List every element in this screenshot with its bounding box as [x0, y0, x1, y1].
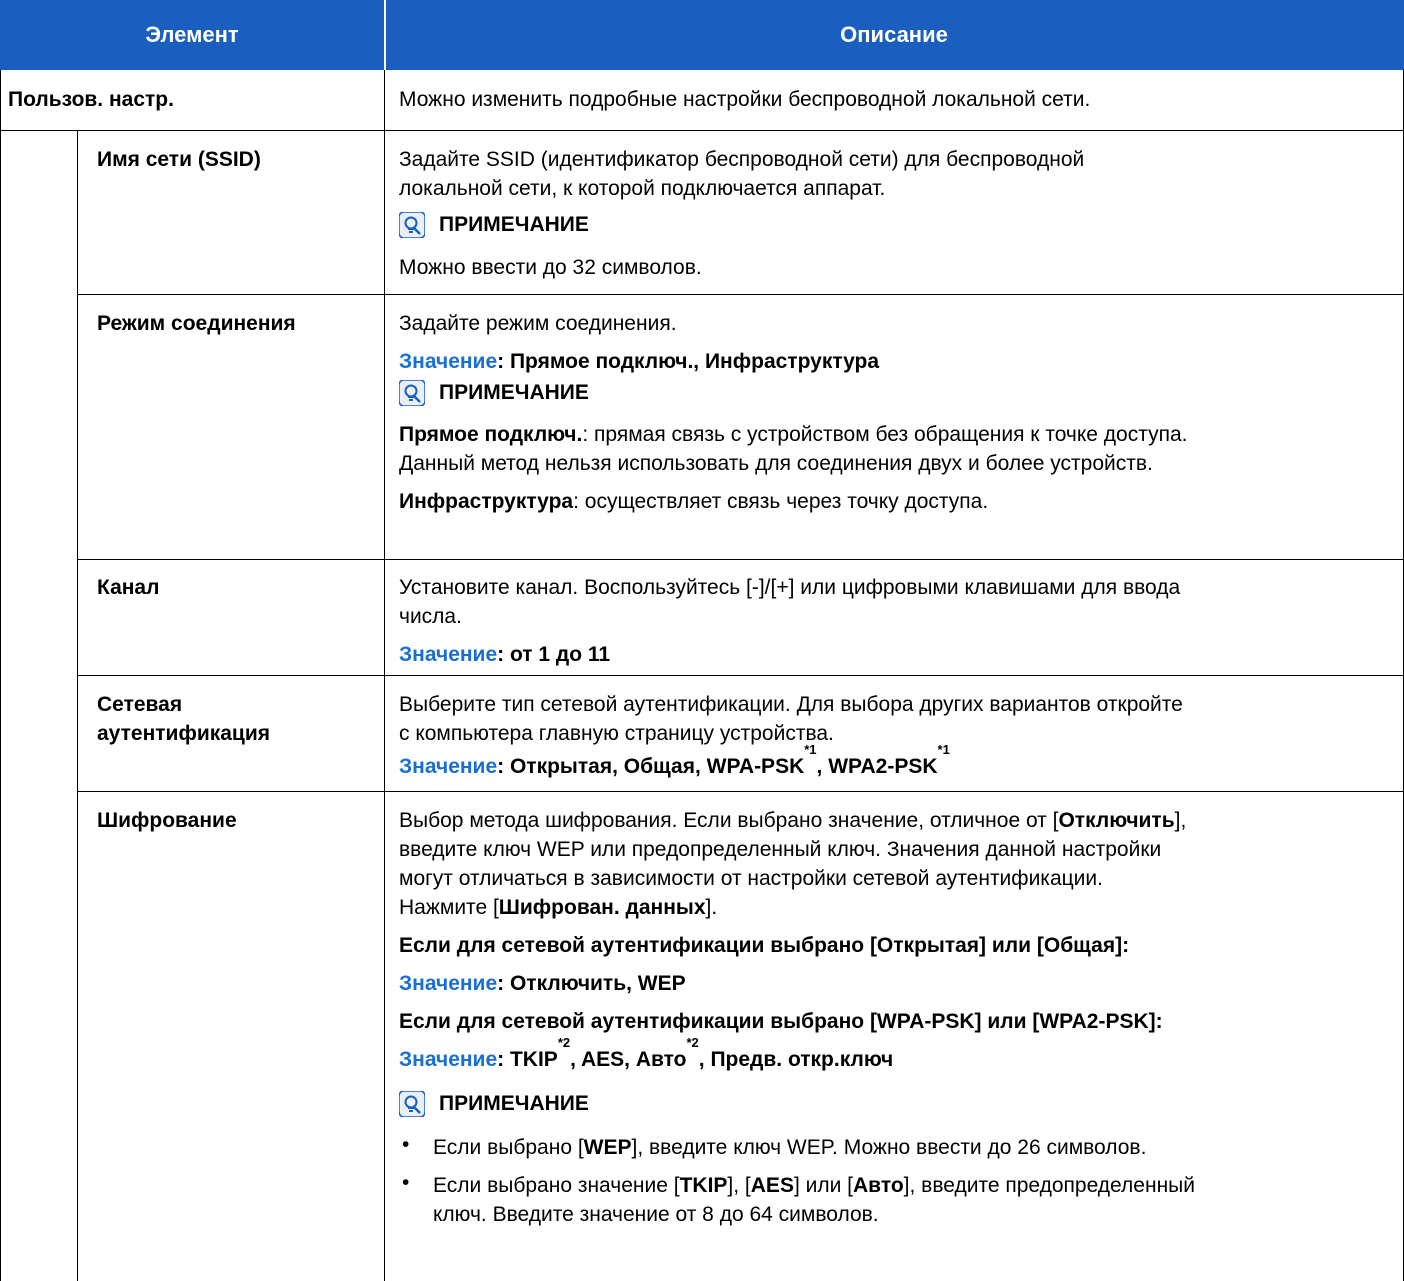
- note-text: Если выбрано [: [433, 1136, 584, 1159]
- value-text: : Отключить, WEP: [497, 972, 686, 995]
- note-text: ], [: [727, 1174, 751, 1197]
- note-lightbulb-icon: [399, 1091, 425, 1117]
- footnote-ref: *1: [937, 742, 950, 757]
- term-tkip: TKIP: [679, 1174, 728, 1197]
- conn-mode-note-line1: Прямое подключ.: прямая связь с устройст…: [399, 420, 1187, 449]
- desc-text: ],: [1174, 809, 1187, 832]
- term-infrastructure: Инфраструктура: [399, 490, 574, 513]
- row-divider: [0, 130, 1404, 131]
- enc-desc-line3: могут отличаться в зависимости от настро…: [399, 867, 1103, 890]
- value-label: Значение: [399, 1048, 498, 1071]
- enc-note-bullet-2-line1: Если выбрано значение [TKIP], [AES] или …: [433, 1171, 1195, 1200]
- row-label-connection-mode: Режим соединения: [97, 312, 296, 335]
- desc-text: ].: [705, 896, 718, 919]
- row-divider: [77, 559, 1404, 560]
- enc-note-bullet-2-line2: ключ. Введите значение от 8 до 64 символ…: [433, 1203, 879, 1226]
- value-label: Значение: [399, 350, 498, 373]
- header-divider: [384, 0, 386, 70]
- value-text: : от 1 до 11: [497, 643, 611, 666]
- ssid-note-text: Можно ввести до 32 символов.: [399, 256, 702, 279]
- header-element: Элемент: [0, 0, 384, 70]
- value-label: Значение: [399, 755, 498, 778]
- desc-text: Нажмите [: [399, 896, 499, 919]
- term-aes: AES: [750, 1174, 794, 1197]
- note-label: ПРИМЕЧАНИЕ: [439, 1092, 589, 1115]
- row-label-net-auth-1: Сетевая: [97, 693, 183, 716]
- term-direct: Прямое подключ.: [399, 423, 583, 446]
- row-label-channel: Канал: [97, 576, 160, 599]
- enc-desc-line4: Нажмите [Шифрован. данных].: [399, 893, 717, 922]
- net-auth-desc-line2: с компьютера главную страницу устройства…: [399, 722, 834, 745]
- ssid-desc-line1: Задайте SSID (идентификатор беспроводной…: [399, 148, 1085, 171]
- note-label: ПРИМЕЧАНИЕ: [439, 213, 589, 236]
- footnote-ref: *2: [686, 1035, 699, 1050]
- footnote-ref: *2: [557, 1035, 571, 1050]
- net-auth-desc-line1: Выберите тип сетевой аутентификации. Для…: [399, 693, 1183, 716]
- row-divider: [77, 791, 1404, 792]
- channel-desc-line1: Установите канал. Воспользуйтесь [-]/[+]…: [399, 576, 1181, 599]
- settings-table: Элемент Описание Пользов. настр. Можно и…: [0, 0, 1404, 1281]
- header-description: Описание: [384, 0, 1404, 70]
- row-label-user-settings: Пользов. настр.: [8, 88, 174, 111]
- term-data-encryption: Шифрован. данных: [498, 896, 706, 919]
- row-label-encryption: Шифрование: [97, 809, 237, 832]
- note-text: ], введите предопределенный: [903, 1174, 1195, 1197]
- conn-mode-note-line3: Инфраструктура: осуществляет связь через…: [399, 487, 988, 516]
- row-label-ssid: Имя сети (SSID): [97, 148, 261, 171]
- value-text: , AES, Авто: [570, 1048, 687, 1071]
- value-text: : TKIP: [497, 1048, 558, 1071]
- value-label: Значение: [399, 643, 498, 666]
- conn-mode-value: Значение: Прямое подключ., Инфраструктур…: [399, 347, 879, 376]
- note-text: Если выбрано значение [: [433, 1174, 680, 1197]
- value-text: : Открытая, Общая, WPA-PSK: [497, 755, 805, 778]
- conn-mode-note-heading: ПРИМЕЧАНИЕ: [399, 380, 589, 406]
- note-text: : прямая связь с устройством без обращен…: [582, 423, 1188, 446]
- conn-mode-desc: Задайте режим соединения.: [399, 312, 677, 335]
- value-text: , Предв. откр.ключ: [698, 1048, 894, 1071]
- term-wep: WEP: [583, 1136, 632, 1159]
- value-text: , WPA2-PSK: [816, 755, 938, 778]
- indent-line: [77, 130, 78, 1281]
- bullet: •: [402, 1133, 410, 1156]
- note-lightbulb-icon: [399, 212, 425, 238]
- value-label: Значение: [399, 972, 498, 995]
- enc-value-2: Значение: TKIP*2, AES, Авто*2, Предв. от…: [399, 1036, 894, 1074]
- note-text: ], введите ключ WEP. Можно ввести до 26 …: [631, 1136, 1147, 1159]
- note-label: ПРИМЕЧАНИЕ: [439, 381, 589, 404]
- enc-note-bullet-1: Если выбрано [WEP], введите ключ WEP. Мо…: [433, 1133, 1146, 1162]
- enc-condition-2: Если для сетевой аутентификации выбрано …: [399, 1010, 1163, 1033]
- footnote-ref: *1: [804, 742, 817, 757]
- conn-mode-note-line2: Данный метод нельзя использовать для сое…: [399, 452, 1153, 475]
- ssid-desc-line2: локальной сети, к которой подключается а…: [399, 177, 886, 200]
- enc-value-1: Значение: Отключить, WEP: [399, 969, 686, 998]
- border-left: [0, 70, 1, 1281]
- enc-desc-line1: Выбор метода шифрования. Если выбрано зн…: [399, 806, 1186, 835]
- desc-text: Выбор метода шифрования. Если выбрано зн…: [399, 809, 1059, 832]
- row-label-net-auth-2: аутентификация: [97, 722, 271, 745]
- enc-note-heading: ПРИМЕЧАНИЕ: [399, 1091, 589, 1117]
- value-text: : Прямое подключ., Инфраструктура: [497, 350, 880, 373]
- net-auth-value: Значение: Открытая, Общая, WPA-PSK*1, WP…: [399, 743, 950, 781]
- note-lightbulb-icon: [399, 380, 425, 406]
- row-desc-user-settings: Можно изменить подробные настройки беспр…: [399, 88, 1091, 111]
- enc-desc-line2: введите ключ WEP или предопределенный кл…: [399, 838, 1162, 861]
- row-divider: [77, 294, 1404, 295]
- channel-desc-line2: числа.: [399, 605, 462, 628]
- term-disable: Отключить: [1058, 809, 1175, 832]
- note-text: ] или [: [793, 1174, 854, 1197]
- channel-value: Значение: от 1 до 11: [399, 640, 610, 669]
- note-text: : осуществляет связь через точку доступа…: [573, 490, 989, 513]
- ssid-note-heading: ПРИМЕЧАНИЕ: [399, 212, 589, 238]
- enc-condition-1: Если для сетевой аутентификации выбрано …: [399, 934, 1130, 957]
- term-auto: Авто: [853, 1174, 904, 1197]
- bullet: •: [402, 1171, 410, 1194]
- row-divider: [77, 675, 1404, 676]
